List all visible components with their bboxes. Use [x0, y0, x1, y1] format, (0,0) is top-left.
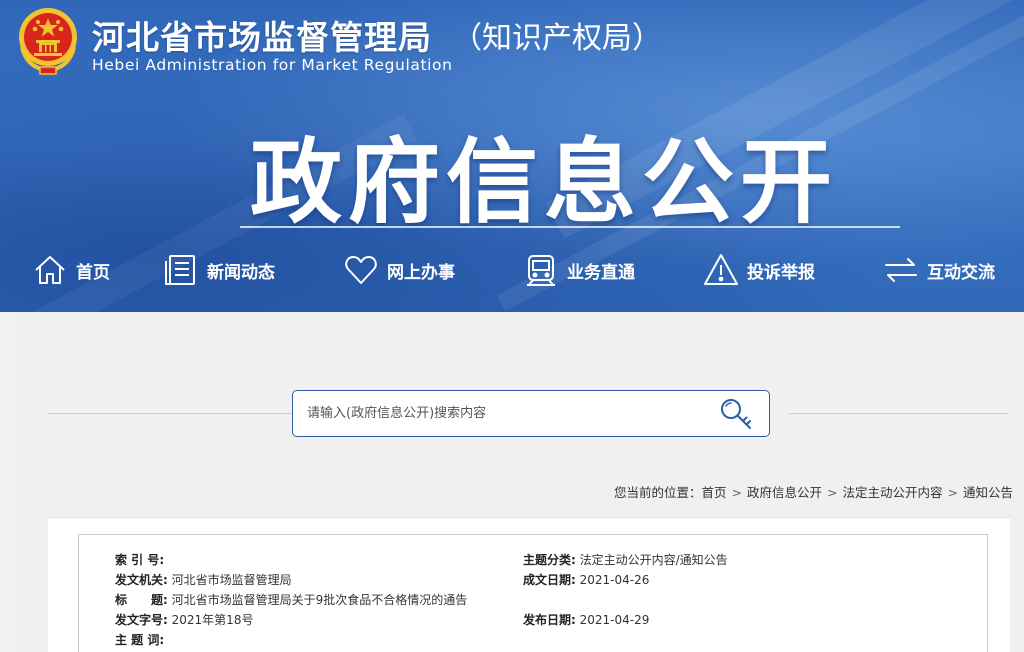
divider-line	[48, 413, 292, 414]
search-input[interactable]	[307, 399, 707, 427]
nav-label: 新闻动态	[207, 262, 275, 283]
nav-item-news[interactable]: 新闻动态	[163, 246, 275, 294]
main-nav: 首页 新闻动态 网上办事 业务直通 投诉举报 互动交流	[0, 246, 1024, 294]
divider-line	[789, 413, 1008, 414]
meta-label: 主 题 词:	[115, 633, 165, 647]
meta-label: 主题分类:	[523, 553, 576, 567]
header-banner: 河北省市场监督管理局 （知识产权局） Hebei Administration …	[0, 0, 1024, 312]
nav-label: 业务直通	[567, 262, 635, 283]
exchange-icon	[885, 258, 917, 282]
breadcrumb-separator: >	[947, 485, 958, 500]
national-emblem-icon	[19, 8, 77, 75]
meta-value: 2021-04-26	[579, 573, 650, 587]
meta-publish-date: 发布日期: 2021-04-29	[523, 611, 649, 628]
meta-label: 成文日期:	[523, 573, 576, 587]
meta-issuer: 发文机关: 河北省市场监督管理局	[115, 571, 292, 588]
breadcrumb-prefix: 您当前的位置：	[613, 485, 702, 500]
breadcrumb-statutory[interactable]: 法定主动公开内容	[842, 485, 942, 500]
meta-label: 发文机关:	[115, 573, 168, 587]
search-key-icon[interactable]	[719, 397, 755, 431]
hero-divider	[240, 226, 900, 228]
meta-doc-number: 发文字号: 2021年第18号	[115, 611, 253, 628]
agency-name-sub: （知识产权局）	[452, 21, 662, 56]
news-icon	[165, 255, 195, 285]
nav-item-online-services[interactable]: 网上办事	[343, 246, 455, 294]
nav-label: 投诉举报	[747, 262, 815, 283]
meta-label: 索 引 号:	[115, 553, 165, 567]
train-icon	[527, 255, 555, 286]
agency-name-cn: 河北省市场监督管理局	[92, 18, 432, 57]
meta-value: 2021-04-29	[579, 613, 650, 627]
breadcrumb-home[interactable]: 首页	[701, 485, 726, 500]
agency-name-en: Hebei Administration for Market Regulati…	[92, 56, 453, 74]
document-metadata-table: 索 引 号: 主题分类: 法定主动公开内容/通知公告 发文机关: 河北省市场监督…	[78, 534, 988, 652]
nav-item-complaint[interactable]: 投诉举报	[703, 246, 815, 294]
meta-label: 发布日期:	[523, 613, 576, 627]
breadcrumb-notices[interactable]: 通知公告	[963, 485, 1013, 500]
nav-label: 互动交流	[927, 262, 995, 283]
nav-label: 网上办事	[387, 262, 455, 283]
meta-label: 发文字号:	[115, 613, 168, 627]
warning-icon	[704, 254, 738, 285]
nav-item-interaction[interactable]: 互动交流	[883, 246, 995, 294]
meta-category: 主题分类: 法定主动公开内容/通知公告	[523, 551, 728, 568]
meta-value: 河北省市场监督管理局关于9批次食品不合格情况的通告	[171, 593, 468, 607]
breadcrumb: 您当前的位置：首页 > 政府信息公开 > 法定主动公开内容 > 通知公告	[614, 482, 1013, 501]
search-section	[48, 390, 1008, 438]
meta-label: 标 题:	[115, 593, 168, 607]
page-hero-title: 政府信息公开	[250, 129, 839, 236]
nav-item-home[interactable]: 首页	[32, 246, 110, 294]
search-box	[292, 390, 770, 437]
home-icon	[35, 256, 65, 284]
document-panel: 索 引 号: 主题分类: 法定主动公开内容/通知公告 发文机关: 河北省市场监督…	[48, 517, 1010, 652]
meta-index-number: 索 引 号:	[115, 551, 164, 568]
breadcrumb-separator: >	[827, 485, 838, 500]
nav-label: 首页	[76, 262, 110, 283]
heart-icon	[345, 256, 377, 284]
content-area: 您当前的位置：首页 > 政府信息公开 > 法定主动公开内容 > 通知公告 索 引 号: 主题…	[15, 312, 1024, 652]
meta-value: 法定主动公开内容/通知公告	[579, 553, 728, 567]
meta-keywords: 主 题 词:	[115, 631, 164, 648]
breadcrumb-separator: >	[731, 485, 742, 500]
meta-title: 标 题: 河北省市场监督管理局关于9批次食品不合格情况的通告	[115, 591, 467, 608]
meta-value: 2021年第18号	[171, 613, 254, 627]
breadcrumb-gov-info[interactable]: 政府信息公开	[747, 485, 822, 500]
meta-written-date: 成文日期: 2021-04-26	[523, 571, 649, 588]
meta-value: 河北省市场监督管理局	[171, 573, 292, 587]
nav-item-business[interactable]: 业务直通	[523, 246, 635, 294]
